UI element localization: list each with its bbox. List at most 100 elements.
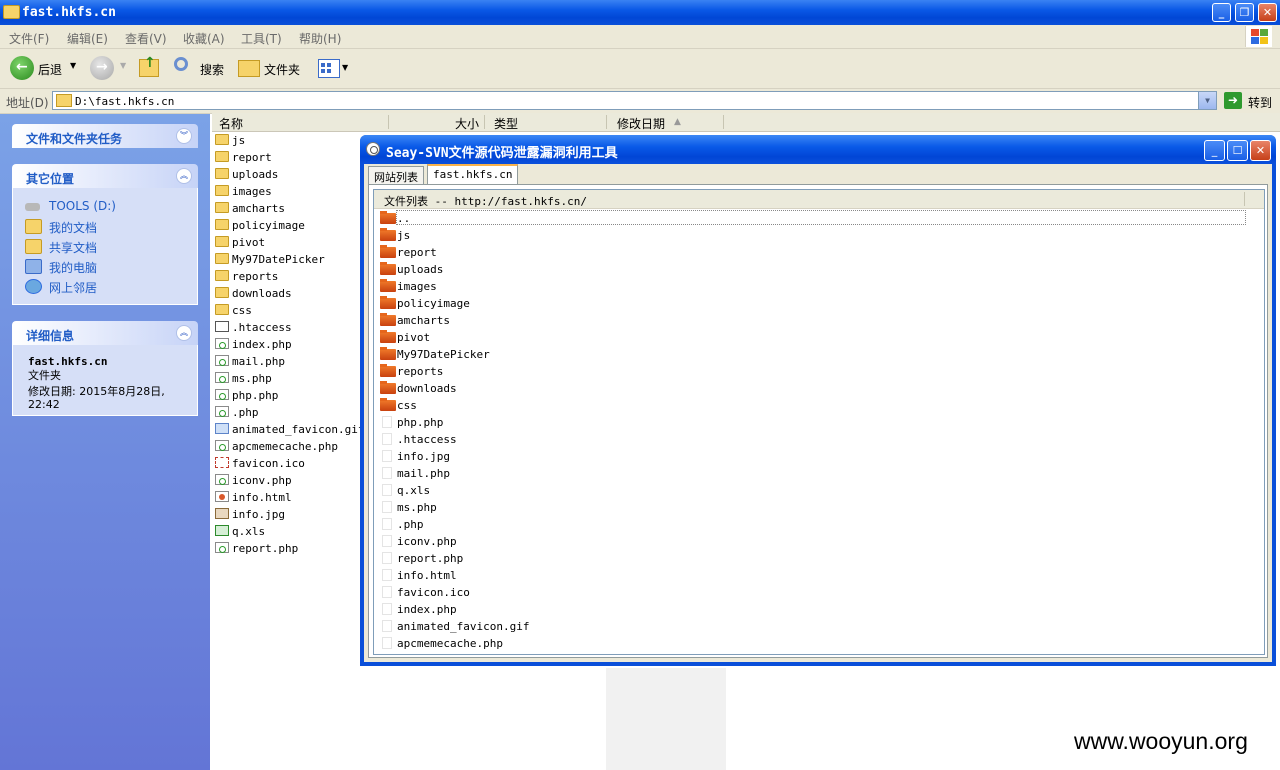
column-size[interactable]: 大小	[455, 115, 479, 131]
list-item[interactable]: php.php	[213, 387, 363, 404]
remote-file-row[interactable]: favicon.ico	[374, 584, 1254, 601]
list-item[interactable]: downloads	[213, 285, 363, 302]
remote-folder-row[interactable]: js	[374, 227, 1254, 244]
list-item[interactable]: .php	[213, 404, 363, 421]
remote-folder-row[interactable]: pivot	[374, 329, 1254, 346]
list-item[interactable]: policyimage	[213, 217, 363, 234]
back-button[interactable]: ← 后退 ▼	[8, 55, 80, 81]
list-item[interactable]: mail.php	[213, 353, 363, 370]
list-item[interactable]: My97DatePicker	[213, 251, 363, 268]
remote-file-row[interactable]: .htaccess	[374, 431, 1254, 448]
go-arrow-icon[interactable]: ➜	[1224, 92, 1242, 109]
place-item-shared-documents[interactable]: 共享文档	[13, 236, 197, 256]
list-item[interactable]: reports	[213, 268, 363, 285]
details-header[interactable]: 详细信息 ︽	[12, 321, 198, 345]
list-item[interactable]: report.php	[213, 540, 363, 557]
remote-file-row[interactable]: .php	[374, 516, 1254, 533]
remote-file-row[interactable]: iconv.php	[374, 533, 1254, 550]
other-places-header[interactable]: 其它位置 ︽	[12, 164, 198, 188]
expand-chevron-icon[interactable]: ︾	[176, 128, 192, 144]
list-item[interactable]: amcharts	[213, 200, 363, 217]
column-modified[interactable]: 修改日期	[617, 115, 665, 131]
remote-file-row[interactable]: php.php	[374, 414, 1254, 431]
list-item[interactable]: q.xls	[213, 523, 363, 540]
remote-folder-row[interactable]: uploads	[374, 261, 1254, 278]
menu-tools[interactable]: 工具(T)	[241, 30, 282, 47]
folders-button[interactable]: 文件夹	[236, 55, 306, 81]
views-button[interactable]: ▼	[316, 55, 352, 81]
list-item[interactable]: apcmemecache.php	[213, 438, 363, 455]
list-item[interactable]: js	[213, 132, 363, 149]
place-item-network[interactable]: 网上邻居	[13, 276, 197, 296]
search-button[interactable]: 搜索	[172, 55, 228, 81]
place-item-my-documents[interactable]: 我的文档	[13, 216, 197, 236]
list-item[interactable]: iconv.php	[213, 472, 363, 489]
remote-list-header[interactable]: 文件列表 -- http://fast.hkfs.cn/	[374, 190, 1264, 209]
remote-folder-row[interactable]: My97DatePicker	[374, 346, 1254, 363]
menu-help[interactable]: 帮助(H)	[299, 30, 341, 47]
list-item[interactable]: info.html	[213, 489, 363, 506]
remote-folder-row[interactable]: downloads	[374, 380, 1254, 397]
remote-folder-row[interactable]: ..	[374, 210, 1254, 227]
collapse-chevron-icon[interactable]: ︽	[176, 325, 192, 341]
close-button[interactable]: ✕	[1250, 140, 1271, 161]
remote-file-row[interactable]: q.xls	[374, 482, 1254, 499]
minimize-button[interactable]: _	[1204, 140, 1225, 161]
maximize-button[interactable]: ❐	[1235, 3, 1254, 22]
column-type[interactable]: 类型	[494, 115, 518, 131]
menu-view[interactable]: 查看(V)	[125, 30, 167, 47]
back-dropdown-icon[interactable]: ▼	[70, 61, 76, 70]
list-item[interactable]: uploads	[213, 166, 363, 183]
address-input[interactable]: D:\fast.hkfs.cn ▼	[52, 91, 1217, 110]
remote-file-row[interactable]: apcmemecache.php	[374, 635, 1254, 652]
file-tasks-header[interactable]: 文件和文件夹任务 ︾	[12, 124, 198, 148]
list-item[interactable]: info.jpg	[213, 506, 363, 523]
list-item[interactable]: report	[213, 149, 363, 166]
remote-folder-row[interactable]: report	[374, 244, 1254, 261]
list-item[interactable]: .htaccess	[213, 319, 363, 336]
remote-file-row[interactable]: ms.php	[374, 499, 1254, 516]
menu-favorites[interactable]: 收藏(A)	[183, 30, 225, 47]
forward-button[interactable]: → ▼	[88, 55, 128, 81]
folder-icon	[215, 270, 229, 281]
folder-icon	[3, 5, 20, 19]
minimize-button[interactable]: _	[1212, 3, 1231, 22]
list-item[interactable]: index.php	[213, 336, 363, 353]
menu-edit[interactable]: 编辑(E)	[67, 30, 108, 47]
folder-icon	[215, 253, 229, 264]
list-item[interactable]: images	[213, 183, 363, 200]
list-item[interactable]: favicon.ico	[213, 455, 363, 472]
tab-site-list[interactable]: 网站列表	[368, 166, 424, 184]
remote-folder-row[interactable]: images	[374, 278, 1254, 295]
remote-file-row[interactable]: mail.php	[374, 465, 1254, 482]
folder-icon	[215, 151, 229, 162]
list-item[interactable]: pivot	[213, 234, 363, 251]
remote-file-row[interactable]: info.html	[374, 567, 1254, 584]
list-item[interactable]: ms.php	[213, 370, 363, 387]
place-item-tools-drive[interactable]: TOOLS (D:)	[13, 196, 197, 216]
up-folder-button[interactable]: ↑	[137, 55, 163, 81]
explorer-titlebar[interactable]: fast.hkfs.cn _ ❐ ✕	[0, 0, 1280, 25]
remote-folder-row[interactable]: reports	[374, 363, 1254, 380]
address-dropdown-icon[interactable]: ▼	[1198, 92, 1216, 109]
list-item[interactable]: css	[213, 302, 363, 319]
list-item[interactable]: animated_favicon.gif	[213, 421, 364, 438]
remote-folder-row[interactable]: policyimage	[374, 295, 1254, 312]
remote-file-row[interactable]: animated_favicon.gif	[374, 618, 1254, 635]
tab-site-fast-hkfs[interactable]: fast.hkfs.cn	[427, 164, 519, 184]
file-name: downloads	[232, 287, 292, 300]
remote-folder-row[interactable]: css	[374, 397, 1254, 414]
place-item-my-computer[interactable]: 我的电脑	[13, 256, 197, 276]
maximize-button[interactable]: ☐	[1227, 140, 1248, 161]
network-icon	[25, 279, 42, 294]
remote-file-row[interactable]: report.php	[374, 550, 1254, 567]
go-button[interactable]: 转到	[1248, 94, 1272, 111]
seay-titlebar[interactable]: Seay-SVN文件源代码泄露漏洞利用工具 _ ☐ ✕	[360, 135, 1276, 164]
close-button[interactable]: ✕	[1258, 3, 1277, 22]
remote-file-row[interactable]: index.php	[374, 601, 1254, 618]
remote-file-row[interactable]: info.jpg	[374, 448, 1254, 465]
remote-folder-row[interactable]: amcharts	[374, 312, 1254, 329]
column-name[interactable]: 名称	[219, 115, 243, 131]
menu-file[interactable]: 文件(F)	[9, 30, 49, 47]
collapse-chevron-icon[interactable]: ︽	[176, 168, 192, 184]
